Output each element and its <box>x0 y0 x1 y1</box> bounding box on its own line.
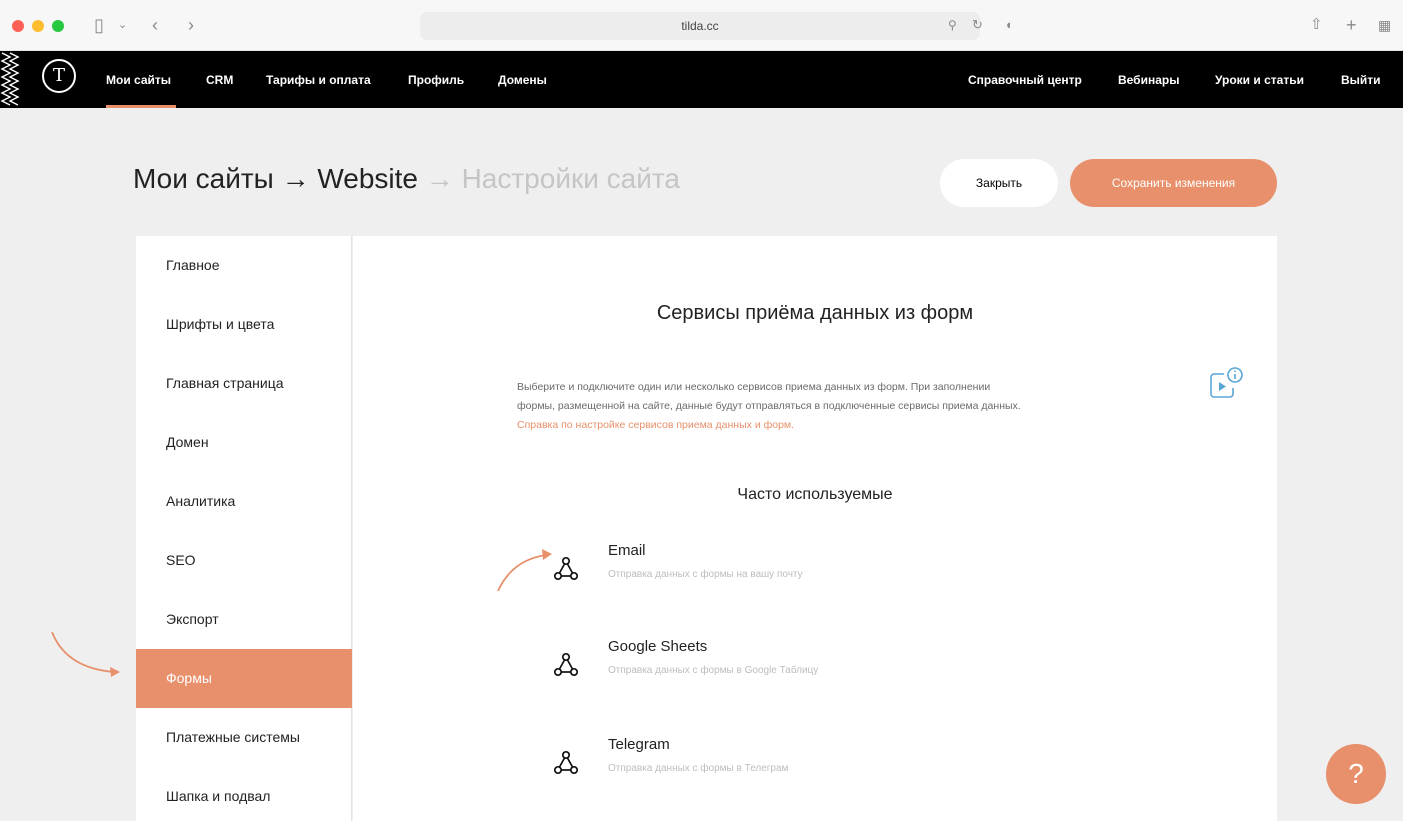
description-line: формы, размещенной на сайте, данные буду… <box>517 400 1021 412</box>
sidebar-item-analytics[interactable]: Аналитика <box>136 472 352 531</box>
nav-crm[interactable]: CRM <box>206 73 233 87</box>
zoom-window-button[interactable] <box>52 20 64 32</box>
zigzag-decoration-icon <box>0 52 20 106</box>
chevron-down-icon[interactable]: ⌄ <box>118 14 127 36</box>
translate-icon[interactable]: ⚲ <box>948 14 957 36</box>
service-description: Отправка данных с формы в Телеграм <box>608 763 789 774</box>
service-name: Telegram <box>608 736 670 753</box>
sidebar-toggle-icon[interactable]: ▯ <box>94 14 104 36</box>
tab-overview-icon[interactable]: ▦ <box>1378 14 1391 36</box>
nav-domains[interactable]: Домены <box>498 73 547 87</box>
service-google-sheets[interactable]: Google Sheets Отправка данных с формы в … <box>553 638 973 688</box>
description-line: Выберите и подключите один или несколько… <box>517 381 991 393</box>
close-window-button[interactable] <box>12 20 24 32</box>
sidebar-item-fonts-colors[interactable]: Шрифты и цвета <box>136 295 352 354</box>
breadcrumb-separator: → <box>425 163 454 194</box>
sidebar-item-domain[interactable]: Домен <box>136 413 352 472</box>
nav-plans-billing[interactable]: Тарифы и оплата <box>266 73 371 87</box>
share-icon[interactable]: ⇧ <box>1310 14 1323 36</box>
service-name: Email <box>608 542 646 559</box>
nav-my-sites[interactable]: Мои сайты <box>106 73 171 87</box>
annotation-arrow-icon <box>51 631 120 677</box>
sidebar-item-main[interactable]: Главное <box>136 236 352 295</box>
sidebar-item-seo[interactable]: SEO <box>136 531 352 590</box>
connection-icon <box>553 750 579 775</box>
shield-icon[interactable]: ◐ <box>1006 14 1014 36</box>
section-title: Часто используемые <box>737 486 893 503</box>
reload-icon[interactable]: ↻ <box>972 14 983 36</box>
page-title: Сервисы приёма данных из форм <box>656 302 974 324</box>
description: Выберите и подключите один или несколько… <box>517 378 1127 435</box>
forward-icon[interactable]: › <box>188 14 194 36</box>
back-icon[interactable]: ‹ <box>152 14 158 36</box>
address-bar[interactable]: tilda.cc <box>420 12 980 40</box>
breadcrumb-my-sites[interactable]: Мои сайты <box>133 163 274 194</box>
nav-help-center[interactable]: Справочный центр <box>968 73 1082 87</box>
sidebar-item-home-page[interactable]: Главная страница <box>136 354 352 413</box>
url-text: tilda.cc <box>681 19 719 33</box>
minimize-window-button[interactable] <box>32 20 44 32</box>
nav-profile[interactable]: Профиль <box>408 73 464 87</box>
video-info-icon[interactable] <box>1208 366 1244 400</box>
help-button[interactable]: ? <box>1326 744 1386 804</box>
breadcrumb: Мои сайты → Website → Настройки сайта <box>133 163 680 195</box>
breadcrumb-website[interactable]: Website <box>317 163 418 194</box>
service-telegram[interactable]: Telegram Отправка данных с формы в Телег… <box>553 736 973 786</box>
nav-logout[interactable]: Выйти <box>1341 73 1381 87</box>
breadcrumb-separator: → <box>281 163 310 194</box>
service-email[interactable]: Email Отправка данных с формы на вашу по… <box>553 542 973 592</box>
service-description: Отправка данных с формы на вашу почту <box>608 569 803 580</box>
annotation-arrow-icon <box>497 549 552 592</box>
nav-lessons-articles[interactable]: Уроки и статьи <box>1215 73 1304 87</box>
tilda-logo[interactable]: T <box>42 59 76 93</box>
forms-settings-panel: Сервисы приёма данных из форм Выберите и… <box>353 236 1277 821</box>
save-changes-button[interactable]: Сохранить изменения <box>1070 159 1277 207</box>
service-description: Отправка данных с формы в Google Таблицу <box>608 665 819 676</box>
sidebar-item-forms[interactable]: Формы <box>136 649 352 708</box>
help-link[interactable]: Справка по настройке сервисов приема дан… <box>517 419 794 431</box>
breadcrumb-site-settings: Настройки сайта <box>461 163 680 194</box>
connection-icon <box>553 652 579 677</box>
close-button[interactable]: Закрыть <box>940 159 1058 207</box>
sidebar-item-export[interactable]: Экспорт <box>136 590 352 649</box>
nav-webinars[interactable]: Вебинары <box>1118 73 1179 87</box>
settings-sidebar: Главное Шрифты и цвета Главная страница … <box>136 236 352 821</box>
sidebar-item-payment-systems[interactable]: Платежные системы <box>136 708 352 767</box>
nav-active-indicator <box>106 105 176 108</box>
browser-toolbar: ▯ ⌄ ‹ › tilda.cc ⚲ ↻ ◐ ⇧ + ▦ <box>0 0 1403 51</box>
sidebar-item-header-footer[interactable]: Шапка и подвал <box>136 767 352 821</box>
new-tab-icon[interactable]: + <box>1346 14 1357 36</box>
service-name: Google Sheets <box>608 638 708 655</box>
connection-icon <box>553 556 579 581</box>
top-navigation: T Мои сайты CRM Тарифы и оплата Профиль … <box>0 51 1403 108</box>
